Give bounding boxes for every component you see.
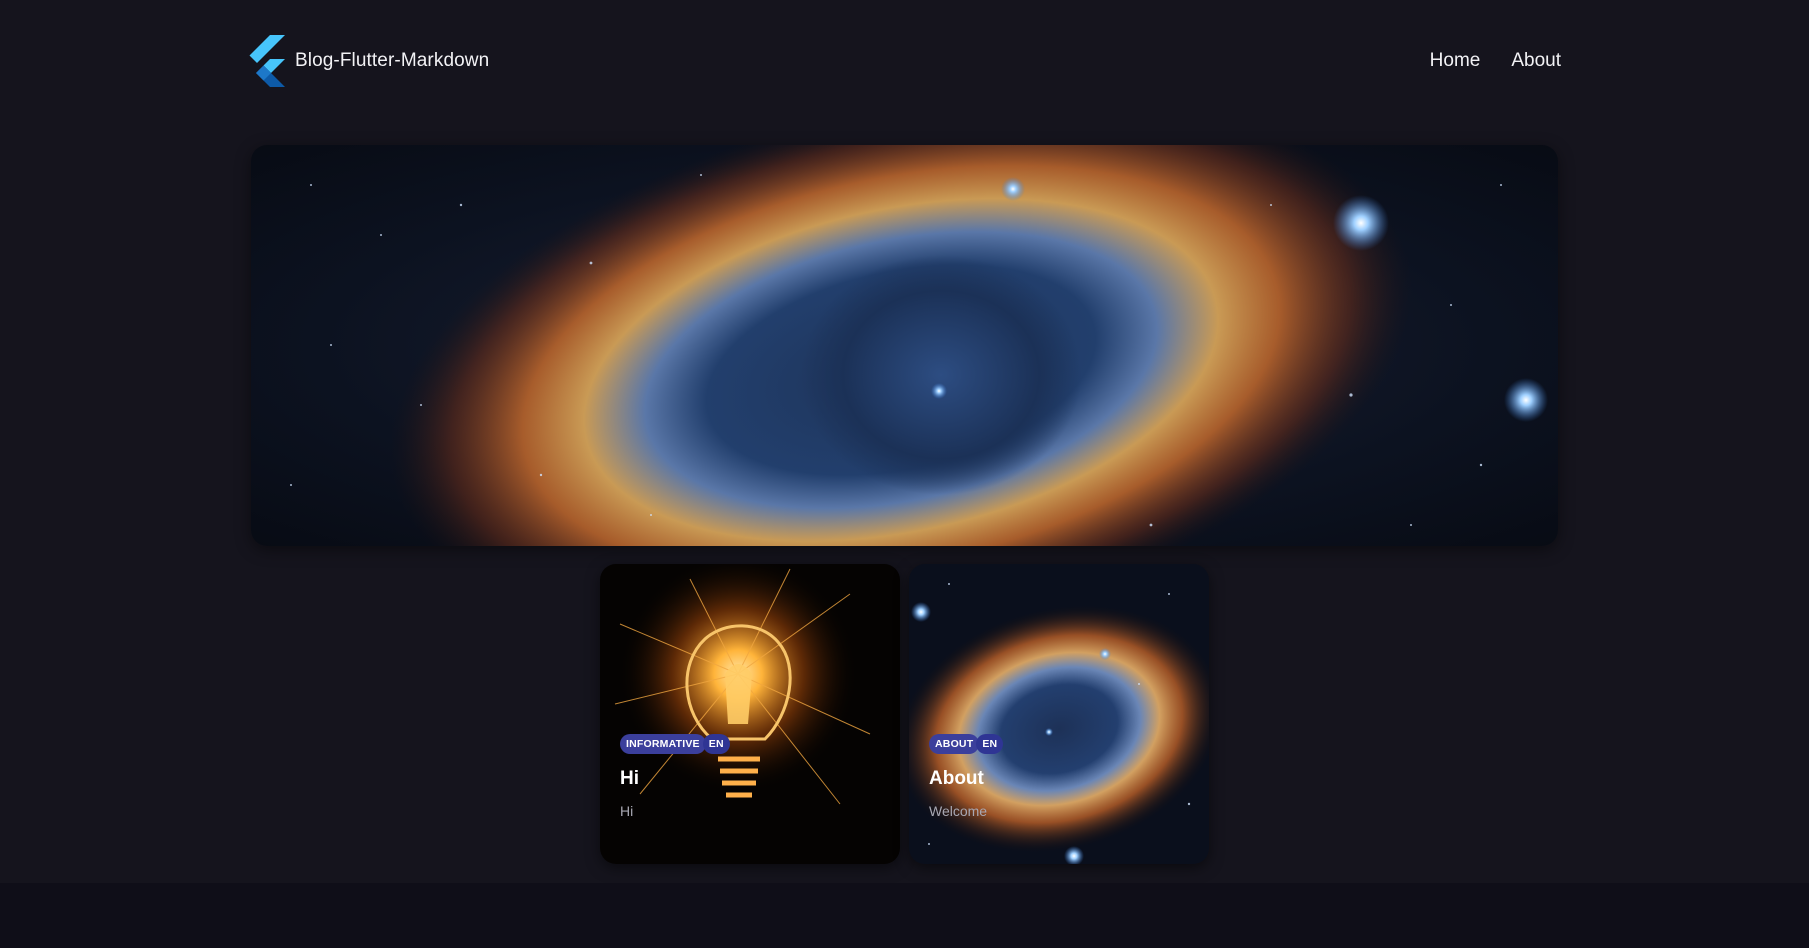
- card-description: Hi: [620, 803, 634, 819]
- nav-home-link[interactable]: Home: [1430, 50, 1481, 72]
- footer: [0, 883, 1809, 948]
- page: Blog-Flutter-Markdown Home About INFORMA…: [0, 0, 1809, 948]
- nav-about-link[interactable]: About: [1511, 50, 1561, 72]
- card-title: About: [929, 768, 984, 789]
- main-nav: Home About: [1430, 50, 1561, 72]
- card-content: INFORMATIVE EN Hi Hi: [620, 734, 884, 819]
- card-description: Welcome: [929, 803, 988, 819]
- card-content: ABOUT EN About Welcome: [929, 734, 1193, 819]
- post-card-list: INFORMATIVE EN Hi Hi ABOUT EN About Welc…: [600, 564, 1209, 864]
- tag-category[interactable]: ABOUT: [929, 734, 980, 754]
- brand-title: Blog-Flutter-Markdown: [295, 50, 490, 71]
- post-card-hi[interactable]: INFORMATIVE EN Hi Hi: [600, 564, 900, 864]
- card-title: Hi: [620, 768, 639, 789]
- tag-list: INFORMATIVE EN: [620, 734, 884, 754]
- tag-list: ABOUT EN: [929, 734, 1193, 754]
- nebula-image: [909, 564, 1209, 864]
- tag-category[interactable]: INFORMATIVE: [620, 734, 706, 754]
- hero-banner-image: [251, 145, 1558, 546]
- app-header: Blog-Flutter-Markdown Home About: [245, 35, 1561, 87]
- tag-language[interactable]: EN: [976, 734, 1004, 754]
- tag-language[interactable]: EN: [702, 734, 730, 754]
- brand-link[interactable]: Blog-Flutter-Markdown: [245, 35, 489, 87]
- post-card-about[interactable]: ABOUT EN About Welcome: [909, 564, 1209, 864]
- flutter-logo-icon: [249, 35, 285, 87]
- lightbulb-image: [600, 564, 900, 864]
